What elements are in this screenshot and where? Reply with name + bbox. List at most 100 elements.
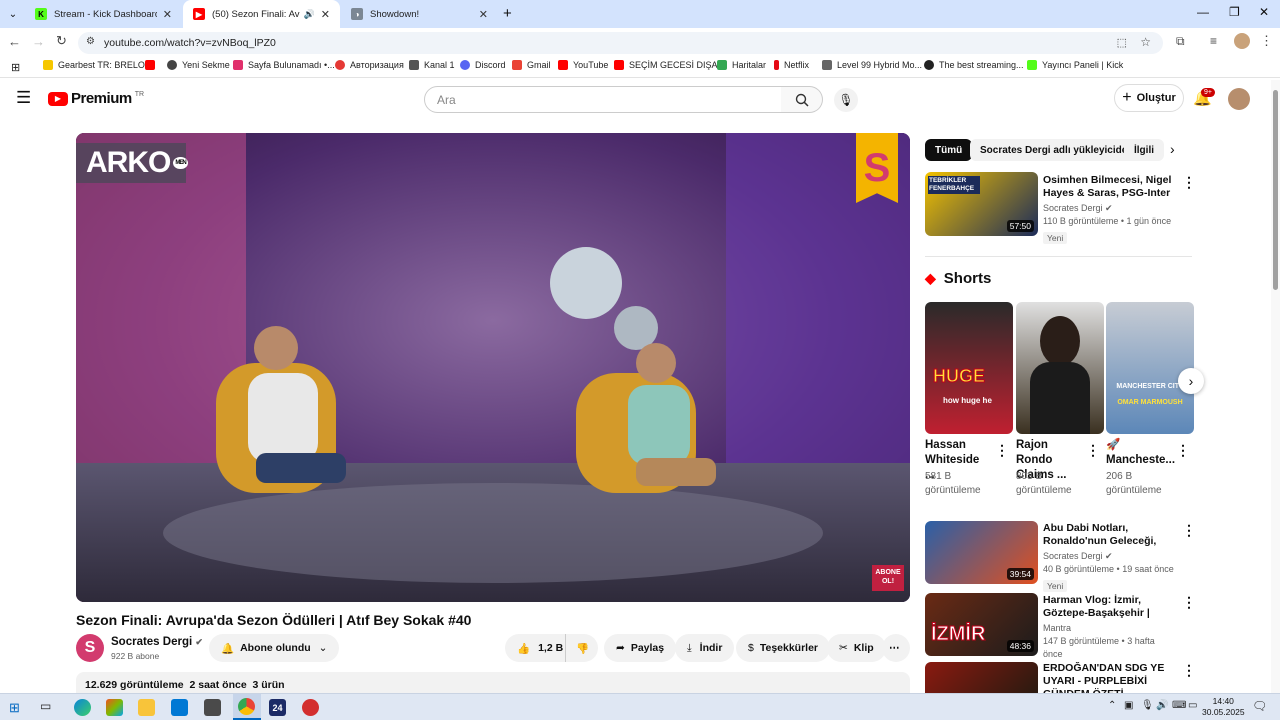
rec-thumbnail[interactable]: İZMİR 48:36 (925, 593, 1038, 656)
more-icon[interactable]: ⋮ (1176, 442, 1190, 459)
apps-icon[interactable]: ⊞ (11, 61, 20, 74)
video-player[interactable]: ARKO MEN S ABONE OL! (76, 133, 910, 602)
reload-button[interactable]: ↻ (56, 33, 67, 49)
channel-avatar[interactable]: S (76, 634, 104, 662)
app-icon[interactable] (302, 699, 319, 716)
store-icon[interactable] (204, 699, 221, 716)
edge-icon[interactable] (74, 699, 91, 716)
bookmark-item[interactable]: Yayıncı Paneli | Kick (1027, 60, 1123, 70)
media-icon[interactable]: ≡ (1210, 34, 1217, 48)
copilot-icon[interactable] (106, 699, 123, 716)
short-thumbnail[interactable]: MANCHESTER CITY OMAR MARMOUSH (1106, 302, 1194, 434)
rec-info[interactable]: ERDOĞAN'DAN SDG YE UYARI - PURPLEBİXİ GÜ… (1043, 662, 1176, 693)
app-24-icon[interactable]: 24 (269, 699, 286, 716)
menu-icon[interactable]: ⋮ (1260, 33, 1273, 49)
bookmark-item[interactable]: Kanal 1 (409, 60, 455, 70)
task-view-icon[interactable]: ▭ (40, 699, 51, 713)
close-icon[interactable]: ✕ (479, 8, 488, 21)
hamburger-menu-icon[interactable]: ☰ (16, 88, 31, 108)
more-icon[interactable]: ⋮ (1182, 522, 1196, 539)
more-icon[interactable]: ⋮ (1182, 662, 1196, 679)
tab-youtube[interactable]: ▶ (50) Sezon Finali: Avrupa'da 🔊 ✕ (183, 0, 340, 28)
tray-icon[interactable]: ▣ (1124, 700, 1133, 711)
bookmark-item[interactable]: YouTube (558, 60, 608, 70)
bookmark-item[interactable]: Yeni Sekme (167, 60, 230, 70)
bookmark-item[interactable]: Level 99 Hybrid Mo... (822, 60, 922, 70)
more-icon[interactable]: ⋮ (995, 442, 1009, 459)
channel-watermark[interactable]: S (856, 133, 898, 203)
download-button[interactable]: ⤓ İndir (675, 634, 735, 662)
search-input[interactable]: Ara (424, 86, 782, 113)
subscribed-button[interactable]: 🔔 Abone olundu ⌄ (209, 634, 340, 662)
rec-info[interactable]: Abu Dabi Notları, Ronaldo'nun Geleceği, … (1043, 522, 1176, 594)
scrollbar-thumb[interactable] (1273, 90, 1278, 290)
subscribe-overlay[interactable]: ABONE OL! (872, 565, 904, 591)
bookmark-star-icon[interactable]: ☆ (1140, 35, 1151, 49)
rec-thumbnail[interactable]: TEBRİKLER FENERBAHÇE 57:50 (925, 172, 1038, 236)
tray-chevron-icon[interactable]: ⌃ (1108, 700, 1116, 711)
bookmark-item[interactable]: Gearbest TR: BRELO... (43, 60, 152, 70)
more-icon[interactable]: ⋮ (1182, 174, 1196, 191)
more-icon[interactable]: ⋮ (1182, 594, 1196, 611)
like-button[interactable]: 👍 1,2 B (505, 634, 565, 662)
tab-kick[interactable]: K Stream - Kick Dashboard ✕ (25, 0, 182, 28)
short-title[interactable]: 🚀 Mancheste... (1106, 438, 1175, 468)
bookmark-item[interactable] (145, 60, 160, 70)
tab-showdown[interactable]: ◑ Showdown! ✕ (341, 0, 498, 28)
new-tab-button[interactable]: + (503, 5, 512, 22)
windows-start-icon[interactable]: ⊞ (9, 700, 20, 716)
share-button[interactable]: ➦ Paylaş (604, 634, 677, 662)
extensions-icon[interactable]: ⧉ (1176, 34, 1185, 49)
site-info-icon[interactable]: ⚙ (86, 36, 95, 47)
speaker-icon[interactable]: 🔊 (1156, 700, 1168, 711)
minimize-button[interactable]: — (1197, 5, 1209, 19)
network-icon[interactable]: ⌨ (1172, 700, 1186, 711)
dislike-button[interactable]: 👎 (565, 634, 598, 662)
bookmark-item[interactable]: Sayfa Bulunamadı •... (233, 60, 335, 70)
chip-uploader[interactable]: Socrates Dergi adlı yükleyiciden (970, 139, 1144, 161)
chrome-taskbar-button[interactable] (233, 694, 261, 720)
youtube-logo[interactable]: ▶ Premium TR (48, 90, 144, 107)
chip-related[interactable]: İlgili (1124, 139, 1164, 161)
chip-all[interactable]: Tümü (925, 139, 973, 161)
bookmark-item[interactable]: Discord (460, 60, 506, 70)
rec-thumbnail[interactable] (925, 662, 1038, 693)
create-button[interactable]: + Oluştur (1114, 84, 1184, 112)
short-thumbnail[interactable]: HUGE how huge he (925, 302, 1013, 434)
profile-avatar[interactable] (1234, 33, 1250, 49)
scrollbar[interactable] (1271, 80, 1280, 693)
address-bar[interactable]: ⚙ youtube.com/watch?v=zvNBoq_lPZ0 ⬚ ☆ (78, 32, 1163, 54)
voice-search-button[interactable]: 🎙 (834, 88, 858, 112)
bookmark-item[interactable]: Gmail (512, 60, 551, 70)
outlook-icon[interactable] (171, 699, 188, 716)
tab-search-icon[interactable]: ⌄ (5, 6, 21, 22)
file-explorer-icon[interactable] (138, 699, 155, 716)
clock[interactable]: 14:40 30.05.2025 (1202, 696, 1245, 718)
close-icon[interactable]: ✕ (163, 8, 172, 21)
speaker-icon[interactable]: 🔊 (304, 9, 315, 20)
account-avatar[interactable] (1228, 88, 1250, 110)
bookmark-item[interactable]: SEÇİM GECESİ DIŞA... (614, 60, 725, 70)
shorts-next-button[interactable]: › (1178, 368, 1204, 394)
close-icon[interactable]: ✕ (321, 8, 330, 21)
more-actions-button[interactable]: ⋯ (882, 634, 910, 662)
thanks-button[interactable]: $ Teşekkürler (736, 634, 831, 662)
window-close-button[interactable]: ✕ (1259, 5, 1269, 19)
clip-button[interactable]: ✂ Klip (827, 634, 886, 662)
forward-button[interactable]: → (32, 34, 45, 49)
maximize-button[interactable]: ❐ (1229, 5, 1240, 19)
rec-info[interactable]: Harman Vlog: İzmir, Göztepe-Başakşehir |… (1043, 594, 1176, 661)
install-icon[interactable]: ⬚ (1117, 36, 1127, 49)
more-icon[interactable]: ⋮ (1086, 442, 1100, 459)
rec-thumbnail[interactable]: 39:54 (925, 521, 1038, 584)
short-thumbnail[interactable] (1016, 302, 1104, 434)
back-button[interactable]: ← (8, 34, 21, 49)
rec-info[interactable]: Osimhen Bilmecesi, Nigel Hayes & Saras, … (1043, 174, 1176, 246)
chevron-right-icon[interactable]: › (1170, 141, 1175, 157)
bookmark-item[interactable]: Авторизация (335, 60, 404, 70)
bookmark-item[interactable]: The best streaming... (924, 60, 1024, 70)
microphone-icon[interactable]: 🎙 (1141, 700, 1154, 711)
bookmark-item[interactable]: Haritalar (717, 60, 766, 70)
notification-center-icon[interactable]: 🗨 (1252, 699, 1267, 713)
bookmark-item[interactable]: Netflix (774, 60, 809, 70)
